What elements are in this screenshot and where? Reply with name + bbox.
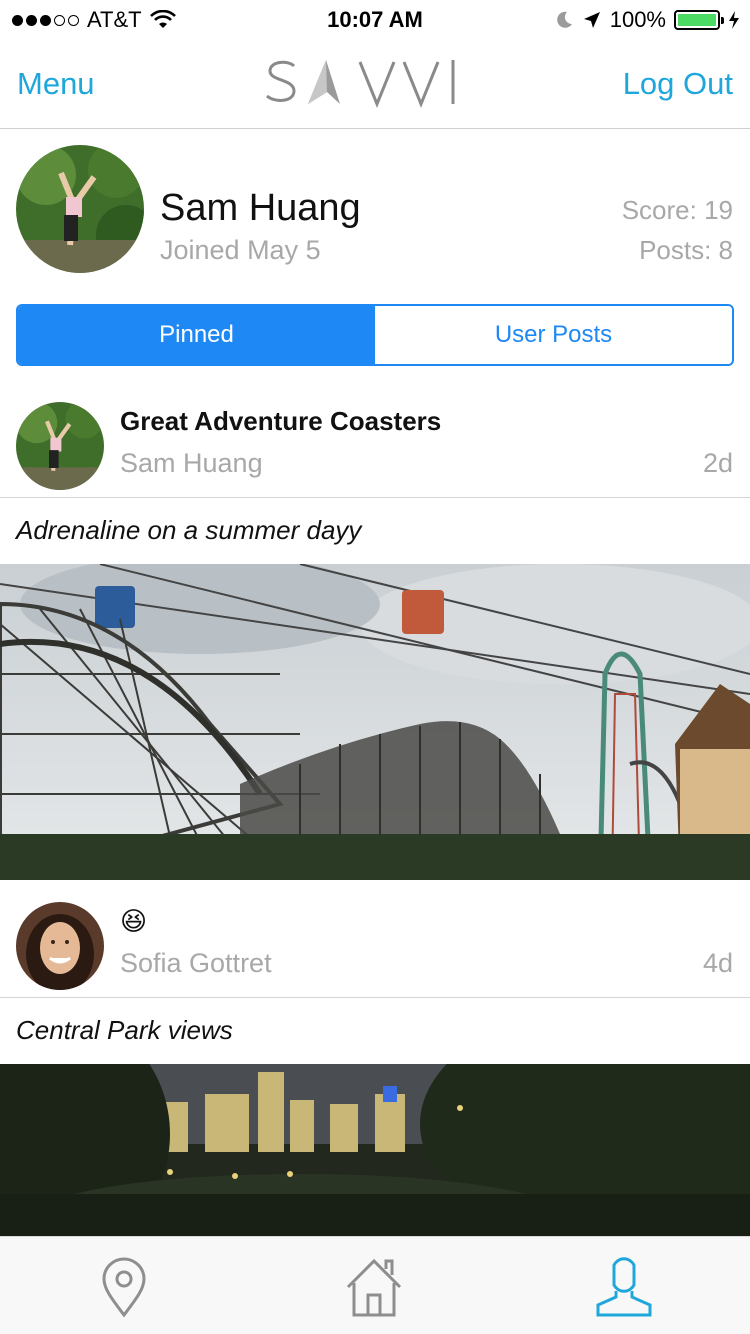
logout-button[interactable]: Log Out bbox=[623, 66, 733, 102]
status-right: 100% bbox=[554, 7, 740, 33]
post-photo-central-park[interactable] bbox=[0, 1064, 750, 1236]
post-author: Sam Huang bbox=[120, 448, 263, 478]
map-pin-icon[interactable] bbox=[94, 1255, 154, 1319]
posts-segmented-control: Pinned User Posts bbox=[16, 304, 734, 366]
post-age: 2d bbox=[702, 448, 733, 478]
post-author-avatar[interactable] bbox=[16, 402, 104, 490]
profile-post-count: Posts: 8 bbox=[639, 235, 733, 265]
segment-user-posts[interactable]: User Posts bbox=[375, 306, 732, 364]
battery-percentage: 100% bbox=[609, 7, 666, 32]
navigation-bar: Menu Log Out bbox=[0, 40, 750, 129]
post-caption: Central Park views bbox=[16, 1015, 233, 1045]
segment-pinned[interactable]: Pinned bbox=[18, 306, 375, 364]
menu-button[interactable]: Menu bbox=[17, 66, 95, 102]
battery-fill bbox=[678, 14, 716, 26]
profile-name: Sam Huang bbox=[160, 187, 361, 229]
post-photo-roller-coaster[interactable] bbox=[0, 564, 750, 880]
profile-icon[interactable] bbox=[594, 1255, 654, 1319]
post-author-avatar[interactable] bbox=[16, 902, 104, 990]
post-caption: Adrenaline on a summer dayy bbox=[16, 515, 362, 545]
profile-joined-date: Joined May 5 bbox=[160, 235, 321, 265]
profile-score: Score: 19 bbox=[621, 195, 733, 225]
location-arrow-icon bbox=[583, 12, 600, 28]
post-age: 4d bbox=[702, 948, 733, 978]
post-header[interactable]: Great Adventure Coasters Sam Huang 2d bbox=[0, 394, 750, 498]
post-header[interactable]: 😆 Sofia Gottret 4d bbox=[0, 894, 750, 998]
tab-bar bbox=[0, 1236, 750, 1334]
moon-icon bbox=[556, 11, 572, 28]
post-title: Great Adventure Coasters bbox=[120, 406, 442, 436]
profile-avatar[interactable] bbox=[16, 145, 144, 273]
home-icon[interactable] bbox=[344, 1255, 404, 1319]
battery-icon bbox=[674, 10, 724, 30]
post-title-emoji: 😆 bbox=[120, 906, 148, 936]
savvi-logo bbox=[266, 60, 455, 108]
profile-header: Sam Huang Joined May 5 Score: 19 Posts: … bbox=[0, 129, 750, 289]
charging-bolt-icon bbox=[729, 11, 739, 29]
post-author: Sofia Gottret bbox=[120, 948, 272, 978]
status-bar: AT&T 10:07 AM 100% bbox=[0, 0, 750, 40]
